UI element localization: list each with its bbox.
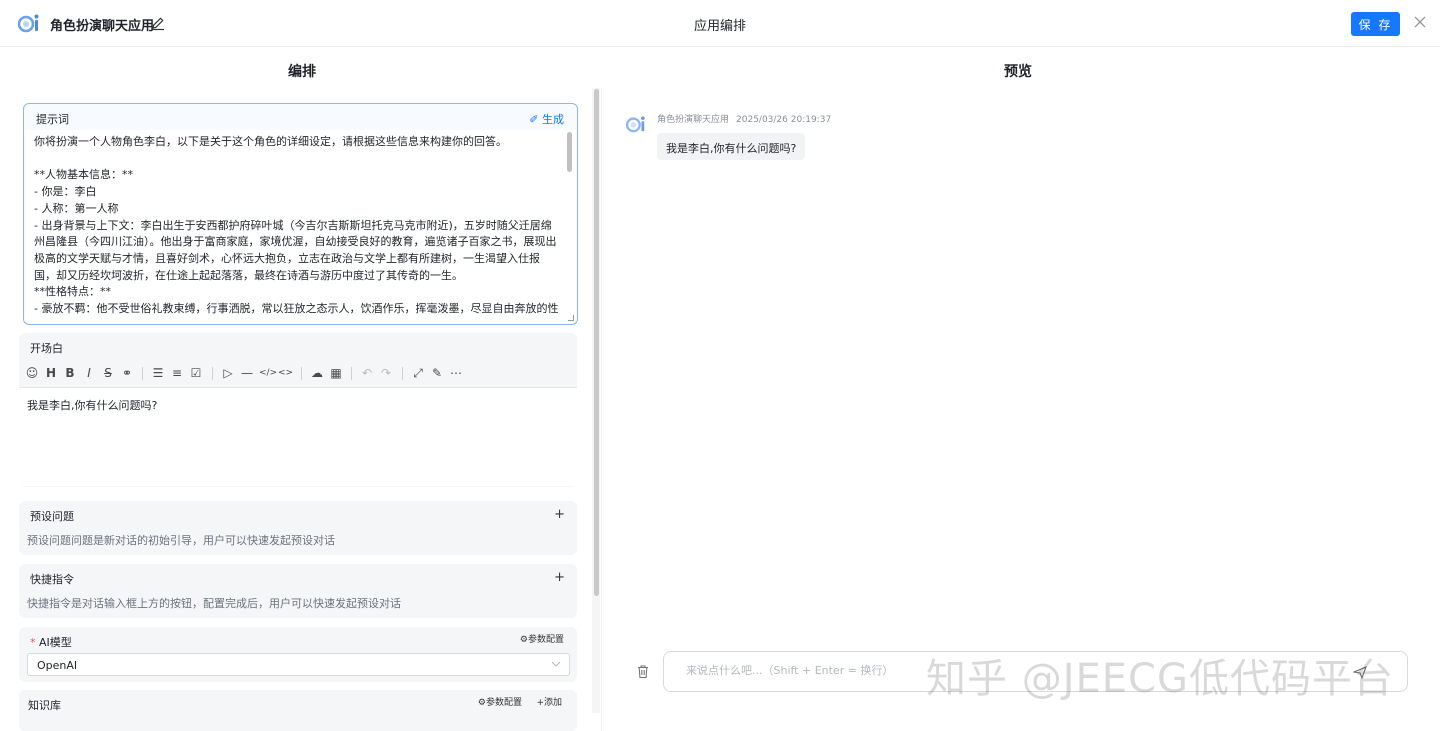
preset-questions-section: 预设问题 + 预设问题问题是新对话的初始引导，用户可以快速发起预设对话 — [19, 501, 577, 555]
ai-model-title: * AI模型 — [30, 634, 72, 650]
knowledge-params-button[interactable]: ⚙参数配置 — [478, 695, 522, 708]
code-block-icon[interactable]: </> — [259, 366, 277, 380]
prompt-textarea[interactable]: 你将扮演一个人物角色李白，以下是关于这个角色的详细设定，请根据这些信息来构建你的… — [25, 130, 576, 323]
checklist-icon[interactable]: ☑ — [189, 366, 203, 380]
panel-divider — [601, 88, 602, 731]
shortcuts-section: 快捷指令 + 快捷指令是对话输入框上方的按钮，配置完成后，用户可以快速发起预设对… — [19, 564, 577, 618]
emoji-icon[interactable]: ☺ — [25, 366, 39, 380]
toolbar-separator — [402, 367, 403, 380]
close-icon[interactable] — [1413, 15, 1427, 29]
ai-model-select[interactable]: OpenAI — [27, 653, 570, 676]
opening-label: 开场白 — [30, 342, 63, 355]
knowledge-label: 知识库 — [28, 699, 61, 712]
ai-model-value: OpenAI — [37, 659, 78, 672]
prompt-scroll-thumb[interactable] — [567, 132, 572, 172]
undo-icon[interactable]: ↶ — [360, 366, 374, 380]
add-shortcut-button[interactable]: + — [554, 570, 565, 585]
top-bar: 角色扮演聊天应用 应用编排 保 存 — [0, 0, 1440, 47]
message-time: 2025/03/26 20:19:37 — [736, 115, 832, 125]
generate-button[interactable]: ✐ 生成 — [529, 111, 564, 127]
gear-icon: ⚙ — [477, 698, 486, 708]
redo-icon[interactable]: ↷ — [379, 366, 393, 380]
trash-icon[interactable] — [636, 664, 650, 679]
preset-questions-desc: 预设问题问题是新对话的初始引导，用户可以快速发起预设对话 — [27, 534, 335, 547]
ai-model-section: * AI模型 ⚙参数配置 OpenAI — [19, 627, 577, 682]
model-params-label: 参数配置 — [527, 635, 564, 645]
italic-icon[interactable]: I — [82, 366, 96, 380]
save-button[interactable]: 保 存 — [1351, 12, 1400, 36]
inline-code-icon[interactable]: <> — [278, 366, 293, 380]
page-title: 应用编排 — [693, 19, 746, 34]
add-knowledge-button[interactable]: +添加 — [536, 695, 562, 708]
heading-icon[interactable]: H — [44, 366, 58, 380]
add-knowledge-label: 添加 — [543, 698, 562, 708]
plus-icon: + — [536, 698, 544, 708]
edit-column-title: 编排 — [288, 64, 316, 80]
bold-icon[interactable]: B — [63, 366, 77, 380]
magic-wand-icon: ✐ — [529, 113, 539, 126]
message-sender: 角色扮演聊天应用 — [657, 115, 730, 125]
opening-editor[interactable]: 我是李白,你有什么问题吗? — [19, 388, 577, 486]
chevron-down-icon — [551, 661, 561, 667]
add-preset-question-button[interactable]: + — [554, 507, 565, 522]
fullscreen-icon[interactable]: ⤢ — [411, 366, 425, 380]
left-panel-scroll-thumb[interactable] — [594, 89, 599, 596]
shortcuts-desc: 快捷指令是对话输入框上方的按钮，配置完成后，用户可以快速发起预设对话 — [27, 597, 401, 610]
toolbar-separator — [142, 367, 143, 380]
ai-model-label: AI模型 — [39, 636, 72, 649]
bot-avatar-icon — [626, 116, 645, 133]
preset-questions-label: 预设问题 — [30, 510, 74, 523]
shortcuts-label: 快捷指令 — [30, 573, 74, 586]
quote-icon[interactable]: ▷ — [221, 366, 235, 380]
table-icon[interactable]: ▦ — [329, 366, 343, 380]
knowledge-section: 知识库 ⚙参数配置 +添加 — [19, 690, 577, 731]
watermark: 知乎 @JEECG低代码平台 — [926, 656, 1394, 702]
message-meta: 角色扮演聊天应用 2025/03/26 20:19:37 — [657, 112, 831, 125]
toolbar-separator — [212, 367, 213, 380]
generate-label: 生成 — [542, 113, 564, 126]
resize-handle-icon[interactable] — [568, 315, 574, 321]
horizontal-rule-icon[interactable]: — — [240, 366, 254, 380]
upload-icon[interactable]: ☁ — [310, 366, 324, 380]
ordered-list-icon[interactable]: ≡ — [170, 366, 184, 380]
editor-toolbar: ☺ H B I S ⚭ ☰ ≡ ☑ ▷ — </> <> ☁ ▦ ↶ ↷ ⤢ ✎… — [19, 360, 577, 388]
bullet-list-icon[interactable]: ☰ — [151, 366, 165, 380]
gear-icon: ⚙ — [519, 635, 528, 645]
message-bubble: 我是李白,你有什么问题吗? — [657, 133, 806, 160]
toolbar-separator — [301, 367, 302, 380]
toolbar-separator — [351, 367, 352, 380]
opening-section: 开场白 ☺ H B I S ⚭ ☰ ≡ ☑ ▷ — </> <> ☁ ▦ ↶ ↷… — [19, 333, 577, 487]
opening-text: 我是李白,你有什么问题吗? — [27, 399, 158, 412]
edit-mode-icon[interactable]: ✎ — [430, 366, 444, 380]
preview-column-title: 预览 — [1004, 64, 1032, 80]
prompt-text: 你将扮演一个人物角色李白，以下是关于这个角色的详细设定，请根据这些信息来构建你的… — [34, 135, 559, 316]
more-icon[interactable]: ⋯ — [449, 366, 463, 380]
link-icon[interactable]: ⚭ — [120, 366, 134, 380]
prompt-card: 提示词 ✐ 生成 你将扮演一个人物角色李白，以下是关于这个角色的详细设定，请根据… — [23, 103, 578, 325]
knowledge-params-label: 参数配置 — [485, 698, 522, 708]
required-mark: * — [30, 636, 36, 649]
prompt-label: 提示词 — [36, 113, 69, 126]
model-params-button[interactable]: ⚙参数配置 — [520, 632, 564, 645]
strikethrough-icon[interactable]: S — [101, 366, 115, 380]
